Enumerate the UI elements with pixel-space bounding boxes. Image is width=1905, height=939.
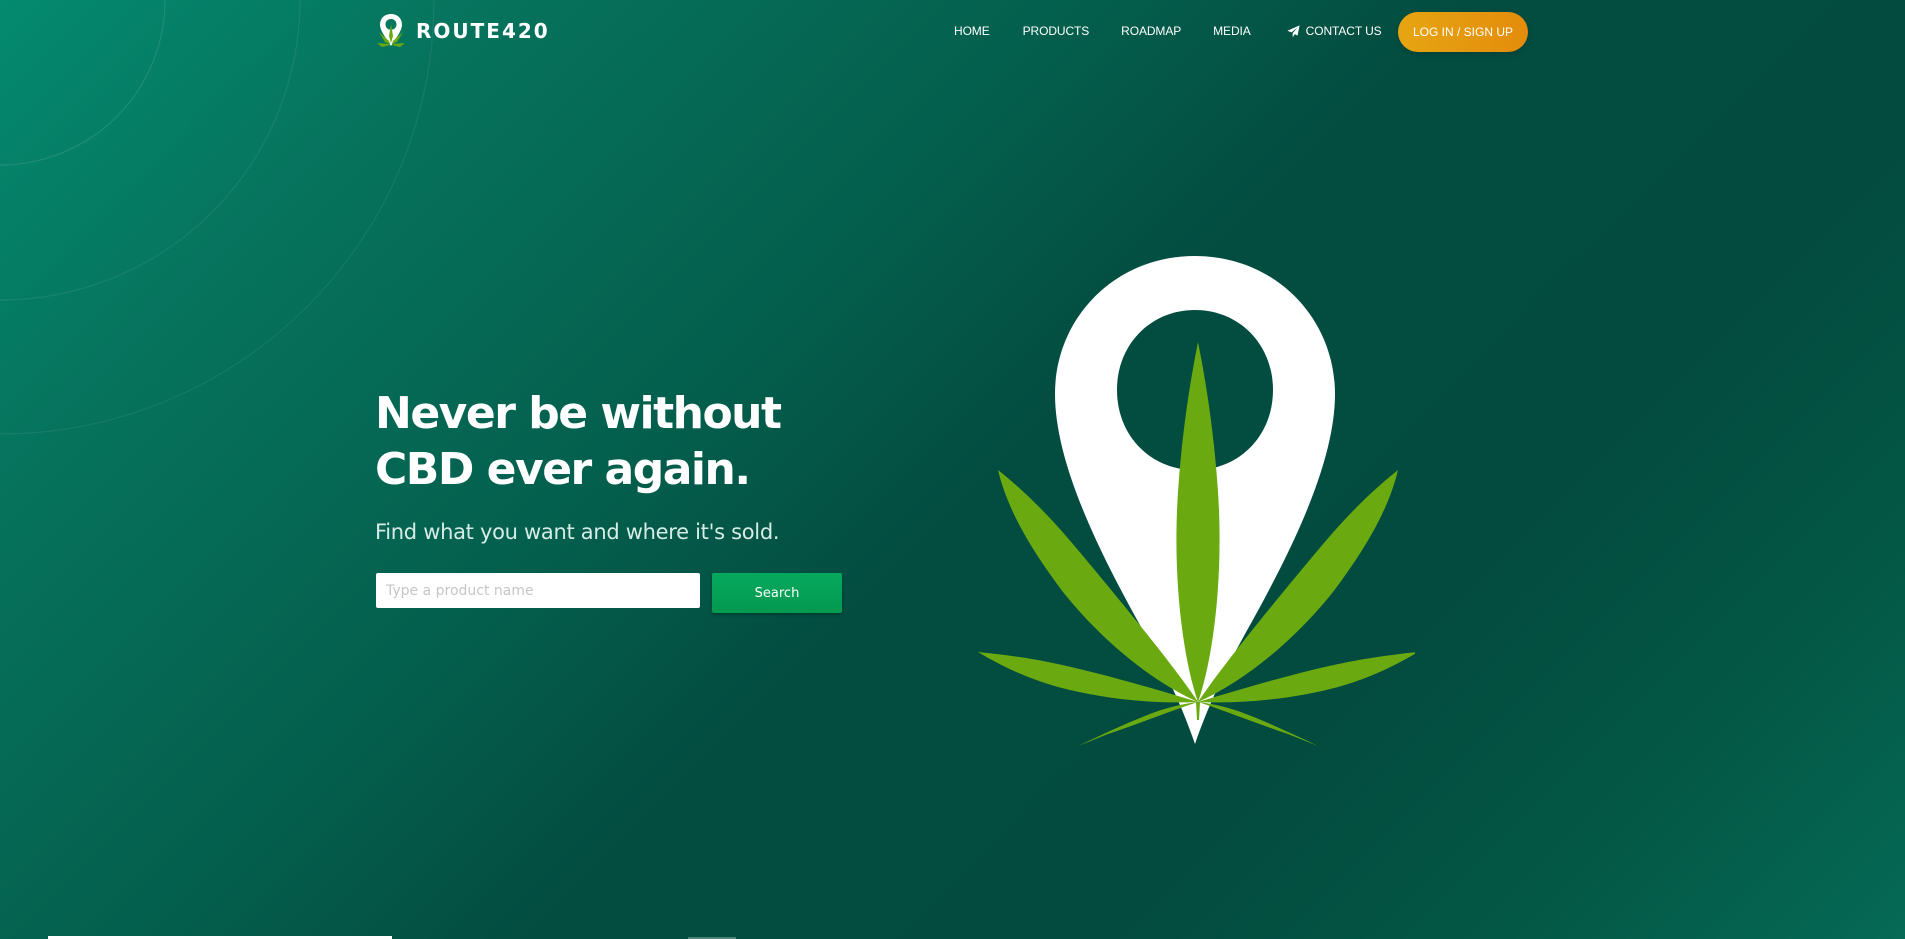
hero-subtitle: Find what you want and where it's sold. <box>375 520 780 544</box>
nav-products-link[interactable]: PRODUCTS <box>1023 24 1090 38</box>
brand-home-link[interactable]: ROUTE420 <box>376 12 550 50</box>
hero-title: Never be without CBD ever again. <box>375 386 782 498</box>
nav-contact-link[interactable]: CONTACT US <box>1287 24 1382 38</box>
map-pin-leaf-icon <box>377 14 405 47</box>
search-button[interactable]: Search <box>712 573 842 613</box>
product-search-input[interactable] <box>376 573 700 608</box>
map-pin-cannabis-leaf-icon <box>978 256 1415 746</box>
paper-plane-icon <box>1287 24 1300 37</box>
nav-contact-label: CONTACT US <box>1305 24 1382 38</box>
nav-roadmap-link[interactable]: ROADMAP <box>1121 24 1181 38</box>
top-navbar: ROUTE420 HOME PRODUCTS ROADMAP MEDIA CON… <box>0 0 1905 64</box>
main-menu: HOME PRODUCTS ROADMAP MEDIA CONTACT US <box>954 24 1382 38</box>
nav-home-link[interactable]: HOME <box>954 24 990 38</box>
login-signup-button[interactable]: LOG IN / SIGN UP <box>1398 12 1528 52</box>
hero-title-line-2: CBD ever again. <box>375 444 751 495</box>
nav-media-link[interactable]: MEDIA <box>1213 24 1251 38</box>
brand-name: ROUTE420 <box>416 19 550 43</box>
hero-title-line-1: Never be without <box>375 388 782 439</box>
